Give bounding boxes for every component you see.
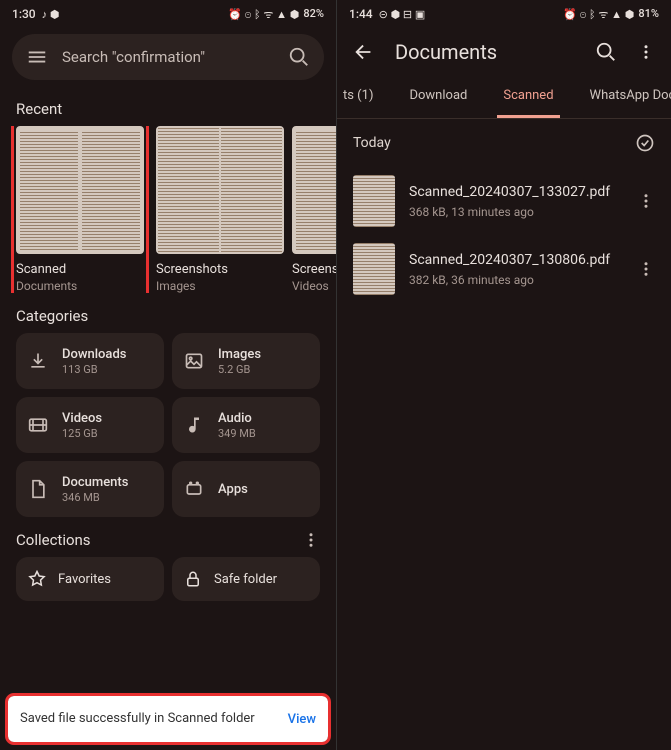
more-icon[interactable] [302, 531, 320, 549]
app-bar: Documents [337, 28, 671, 76]
file-item[interactable]: Scanned_20240307_130806.pdf 382 kB, 36 m… [337, 235, 671, 303]
search-placeholder: Search "confirmation" [62, 48, 288, 66]
recent-row: Scanned Documents Screenshots Images Scr… [0, 126, 336, 293]
image-icon [184, 351, 204, 371]
snackbar-text: Saved file successfully in Scanned folde… [20, 710, 276, 728]
apps-icon [184, 479, 204, 499]
tab-recents[interactable]: ts (1) [337, 76, 379, 118]
snackbar: Saved file successfully in Scanned folde… [8, 696, 328, 742]
recent-item-screenshots[interactable]: Screenshots Images [156, 126, 284, 293]
recent-item-screenshots-videos[interactable]: Screensh Videos [292, 126, 336, 293]
file-thumbnail [353, 175, 395, 227]
page-title: Documents [395, 40, 575, 64]
status-bar: 1:44 ⊝ ⬢ ⊟ ▣ ⏰ ⊝ ᛒ ᯤ ▲ ⬢ 81% [337, 0, 671, 28]
tabs: ts (1) Download Scanned WhatsApp Docume [337, 76, 671, 119]
more-icon[interactable] [637, 260, 655, 278]
categories-section-title: Categories [0, 293, 336, 333]
category-downloads[interactable]: Downloads113 GB [16, 333, 164, 389]
category-images[interactable]: Images5.2 GB [172, 333, 320, 389]
lock-icon [184, 570, 202, 588]
collection-safe-folder[interactable]: Safe folder [172, 557, 320, 601]
search-icon[interactable] [288, 46, 310, 68]
search-icon[interactable] [595, 41, 617, 63]
files-app-home: 1:30 ♪ ⬢ ⏰ ⊝ ᛒ ᯤ ▲ ⬢ 82% Search "confirm… [0, 0, 336, 750]
more-icon[interactable] [637, 192, 655, 210]
file-name: Scanned_20240307_133027.pdf [409, 183, 623, 201]
collections-section-title: Collections [16, 531, 91, 549]
star-icon [28, 570, 46, 588]
tab-scanned[interactable]: Scanned [497, 76, 559, 118]
file-name: Scanned_20240307_130806.pdf [409, 251, 623, 269]
more-icon[interactable] [637, 43, 655, 61]
file-meta: 368 kB, 13 minutes ago [409, 205, 623, 219]
video-icon [28, 415, 48, 435]
snackbar-view-button[interactable]: View [288, 712, 316, 727]
back-icon[interactable] [353, 41, 375, 63]
categories-grid: Downloads113 GB Images5.2 GB Videos125 G… [0, 333, 336, 517]
audio-icon [184, 415, 204, 435]
documents-list-screen: 1:44 ⊝ ⬢ ⊟ ▣ ⏰ ⊝ ᛒ ᯤ ▲ ⬢ 81% Documents t… [336, 0, 671, 750]
section-today: Today [337, 119, 671, 167]
category-apps[interactable]: Apps [172, 461, 320, 517]
status-icons-right: ⏰ ⊝ ᛒ ᯤ ▲ ⬢ 81% [563, 7, 659, 22]
file-item[interactable]: Scanned_20240307_133027.pdf 368 kB, 13 m… [337, 167, 671, 235]
check-circle-icon[interactable] [635, 133, 655, 153]
recent-item-scanned[interactable]: Scanned Documents [12, 126, 148, 293]
collection-favorites[interactable]: Favorites [16, 557, 164, 601]
status-icons-right: ⏰ ⊝ ᛒ ᯤ ▲ ⬢ 82% [228, 7, 324, 22]
download-icon [28, 351, 48, 371]
category-audio[interactable]: Audio349 MB [172, 397, 320, 453]
recent-section-title: Recent [0, 86, 336, 126]
category-documents[interactable]: Documents346 MB [16, 461, 164, 517]
tab-whatsapp[interactable]: WhatsApp Docume [584, 76, 671, 118]
category-videos[interactable]: Videos125 GB [16, 397, 164, 453]
file-thumbnail [353, 243, 395, 295]
collections-row: Favorites Safe folder [0, 557, 336, 601]
tab-download[interactable]: Download [403, 76, 473, 118]
hamburger-icon[interactable] [26, 46, 48, 68]
file-meta: 382 kB, 36 minutes ago [409, 273, 623, 287]
status-bar: 1:30 ♪ ⬢ ⏰ ⊝ ᛒ ᯤ ▲ ⬢ 82% [0, 0, 336, 28]
status-time: 1:44 [349, 7, 373, 21]
status-time: 1:30 [12, 7, 36, 21]
document-icon [28, 479, 48, 499]
search-bar[interactable]: Search "confirmation" [12, 34, 324, 80]
